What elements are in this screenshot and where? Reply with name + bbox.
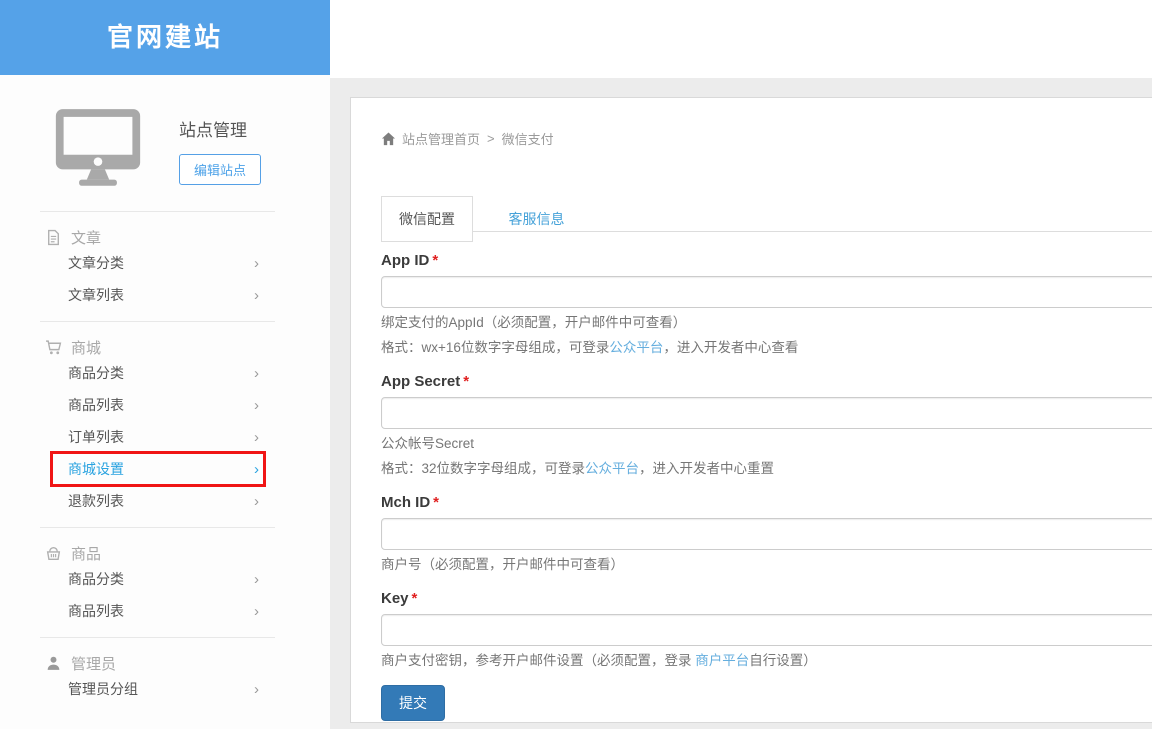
required-mark: * (463, 373, 469, 390)
breadcrumb-separator: > (487, 131, 495, 146)
chevron-right-icon: › (254, 287, 259, 304)
section-admin-header: 管理员 (40, 653, 275, 673)
chevron-right-icon: › (254, 397, 259, 414)
field-label: Mch ID* (381, 494, 1152, 511)
submit-button[interactable]: 提交 (381, 685, 445, 721)
sidebar-item-admin-group[interactable]: 管理员分组 › (40, 673, 275, 705)
public-platform-link[interactable]: 公众平台 (609, 340, 663, 355)
field-group-appsecret: App Secret* 公众帐号Secret 格式：32位数字字母组成，可登录公… (381, 373, 1152, 479)
site-info-block: 站点管理 编辑站点 (55, 108, 330, 186)
section-articles: 文章 文章分类 › 文章列表 › (40, 211, 275, 321)
sidebar-item-refund-list[interactable]: 退款列表 › (40, 485, 275, 517)
document-icon (45, 229, 62, 246)
required-mark: * (412, 590, 418, 607)
sidebar-item-product-list[interactable]: 商品列表 › (40, 595, 275, 627)
breadcrumb-home-link[interactable]: 站点管理首页 (402, 129, 480, 148)
sidebar-item-mall-settings[interactable]: 商城设置 › (40, 453, 275, 485)
field-help: 商户号（必须配置，开户邮件中可查看） (381, 555, 1152, 575)
site-title: 站点管理 (179, 116, 261, 141)
merchant-platform-link[interactable]: 商户平台 (695, 653, 749, 668)
chevron-right-icon: › (254, 429, 259, 446)
section-products: 商品 商品分类 › 商品列表 › (40, 527, 275, 637)
breadcrumb: 站点管理首页 > 微信支付 (381, 129, 1152, 148)
sidebar-item-article-list[interactable]: 文章列表 › (40, 279, 275, 311)
section-mall-header: 商城 (40, 337, 275, 357)
chevron-right-icon: › (254, 603, 259, 620)
sidebar-item-order-list[interactable]: 订单列表 › (40, 421, 275, 453)
field-group-appid: App ID* 绑定支付的AppId（必须配置，开户邮件中可查看） 格式：wx+… (381, 252, 1152, 358)
sidebar-item-article-category[interactable]: 文章分类 › (40, 247, 275, 279)
monitor-icon (55, 108, 141, 186)
chevron-right-icon: › (254, 365, 259, 382)
field-group-key: Key* 商户支付密钥，参考开户邮件设置（必须配置，登录 商户平台自行设置） (381, 590, 1152, 671)
public-platform-link[interactable]: 公众平台 (585, 461, 639, 476)
field-group-mchid: Mch ID* 商户号（必须配置，开户邮件中可查看） (381, 494, 1152, 575)
field-label: App Secret* (381, 373, 1152, 390)
section-label: 商品 (71, 543, 101, 564)
field-help: 公众帐号Secret (381, 434, 1152, 454)
field-help: 格式：32位数字字母组成，可登录公众平台，进入开发者中心重置 (381, 459, 1152, 479)
sidebar-item-goods-category[interactable]: 商品分类 › (40, 357, 275, 389)
main-panel: 站点管理首页 > 微信支付 微信配置 客服信息 App ID* 绑定支付的App… (350, 97, 1152, 723)
chevron-right-icon: › (254, 255, 259, 272)
section-articles-header: 文章 (40, 227, 275, 247)
breadcrumb-current: 微信支付 (502, 129, 554, 148)
required-mark: * (433, 494, 439, 511)
sidebar-item-goods-list[interactable]: 商品列表 › (40, 389, 275, 421)
section-label: 管理员 (71, 653, 116, 674)
top-bar (330, 0, 1152, 78)
tab-bar: 微信配置 客服信息 (381, 196, 1152, 242)
sidebar-nav: 文章 文章分类 › 文章列表 › 商城 (40, 211, 275, 715)
key-input[interactable] (381, 614, 1152, 646)
field-label: App ID* (381, 252, 1152, 269)
field-help: 商户支付密钥，参考开户邮件设置（必须配置，登录 商户平台自行设置） (381, 651, 1152, 671)
mchid-input[interactable] (381, 518, 1152, 550)
edit-site-button[interactable]: 编辑站点 (179, 154, 261, 185)
field-help: 绑定支付的AppId（必须配置，开户邮件中可查看） (381, 313, 1152, 333)
user-icon (45, 655, 62, 672)
tab-wechat-config[interactable]: 微信配置 (381, 196, 473, 242)
section-admin: 管理员 管理员分组 › (40, 637, 275, 715)
sidebar-item-product-category[interactable]: 商品分类 › (40, 563, 275, 595)
chevron-right-icon: › (254, 461, 259, 478)
chevron-right-icon: › (254, 681, 259, 698)
app-logo: 官网建站 (0, 0, 330, 75)
appid-input[interactable] (381, 276, 1152, 308)
chevron-right-icon: › (254, 571, 259, 588)
field-label: Key* (381, 590, 1152, 607)
basket-icon (45, 545, 62, 562)
cart-icon (45, 339, 62, 356)
section-mall: 商城 商品分类 › 商品列表 › 订单列表 › 商城设置 › 退款列表 › (40, 321, 275, 527)
section-label: 商城 (71, 337, 101, 358)
tab-service-info[interactable]: 客服信息 (491, 197, 581, 243)
sidebar: 站点管理 编辑站点 文章 文章分类 › 文章列表 › (0, 75, 330, 729)
field-help: 格式：wx+16位数字字母组成，可登录公众平台，进入开发者中心查看 (381, 338, 1152, 358)
section-products-header: 商品 (40, 543, 275, 563)
appsecret-input[interactable] (381, 397, 1152, 429)
section-label: 文章 (71, 227, 101, 248)
chevron-right-icon: › (254, 493, 259, 510)
home-icon (381, 132, 396, 146)
required-mark: * (432, 252, 438, 269)
